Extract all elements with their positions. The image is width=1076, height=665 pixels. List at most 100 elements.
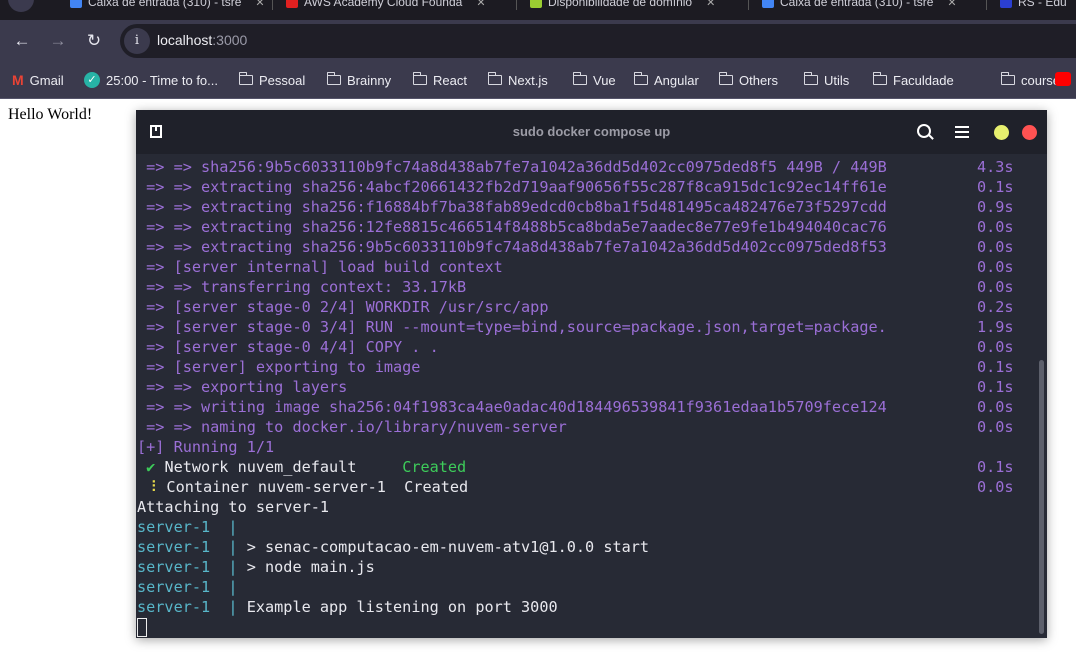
tab-close-icon[interactable]: ✕ [476, 0, 485, 9]
terminal-cursor [137, 618, 147, 637]
terminal-text: Created [402, 458, 467, 476]
bookmark-folder[interactable]: Utils [803, 71, 849, 89]
terminal-line: => => extracting sha256:f16884bf7ba38fab… [137, 197, 1017, 217]
tab-overview-button[interactable] [8, 0, 34, 12]
bookmark-label: Faculdade [893, 72, 954, 88]
step-duration: 0.0s [977, 218, 1014, 236]
step-duration: 0.9s [977, 198, 1014, 216]
tab-close-icon[interactable]: ✕ [947, 0, 956, 9]
tab-title: Caixa de entrada (310) - tsre [88, 0, 242, 9]
terminal-text: ⠸ [137, 478, 158, 496]
bookmark-gmail[interactable]: M Gmail [12, 71, 64, 89]
step-duration: 0.0s [977, 338, 1014, 356]
tab-title: Caixa de entrada (310) - tsre [780, 0, 934, 9]
bookmark-folder[interactable]: React [412, 71, 467, 89]
reload-button[interactable]: ↻ [83, 30, 105, 52]
step-duration: 1.9s [977, 318, 1014, 336]
step-duration: 0.1s [977, 458, 1014, 476]
step-duration: 0.0s [977, 258, 1014, 276]
bookmark-folder[interactable]: Brainny [326, 71, 391, 89]
bookmark-label: React [433, 72, 467, 88]
bookmark-pomodoro[interactable]: ✓ 25:00 - Time to fo... [84, 71, 218, 89]
bookmark-folder[interactable]: Pessoal [238, 71, 305, 89]
terminal-line: => => naming to docker.io/library/nuvem-… [137, 417, 1017, 437]
url-host: localhost [157, 32, 213, 48]
terminal-line: => [server stage-0 2/4] WORKDIR /usr/src… [137, 297, 1017, 317]
terminal-output: => => sha256:9b5c6033110b9fc74a8d438ab7f… [137, 157, 1017, 617]
tab-close-icon[interactable]: ✕ [706, 0, 715, 9]
terminal-text: ✔ [137, 458, 156, 476]
terminal-title: sudo docker compose up [512, 124, 671, 139]
terminal-scrollbar[interactable] [1039, 360, 1044, 634]
terminal-text: > senac-computacao-em-nuvem-atv1@1.0.0 s… [246, 538, 650, 556]
browser-toolbar: ← → ↻ i localhost:3000 [0, 20, 1076, 62]
tab-title: RS - Edu [1018, 0, 1067, 9]
page-hello-text: Hello World! [8, 106, 93, 123]
terminal-text: server-1 | [137, 538, 247, 556]
step-duration: 4.3s [977, 158, 1014, 176]
tab-strip: Caixa de entrada (310) - tsre ✕ AWS Academ… [0, 0, 1076, 20]
terminal-line: server-1 | > senac-computacao-em-nuvem-a… [137, 537, 1017, 557]
terminal-window[interactable]: sudo docker compose up => => sha256:9b5c… [136, 110, 1047, 638]
search-icon[interactable] [917, 124, 931, 138]
bookmark-folder[interactable]: Next.js [487, 71, 548, 89]
step-duration: 0.1s [977, 358, 1014, 376]
bookmark-folder[interactable]: course [1000, 71, 1060, 89]
terminal-text: server-1 | [137, 518, 238, 536]
youtube-icon[interactable] [1055, 72, 1071, 86]
terminal-line: => => writing image sha256:04f1983ca4ae0… [137, 397, 1017, 417]
site-info-icon[interactable]: i [124, 28, 150, 54]
terminal-line: => [server internal] load build context 0… [137, 257, 1017, 277]
minimize-button[interactable] [994, 125, 1009, 140]
bookmark-folder[interactable]: Angular [633, 71, 699, 89]
folder-icon [487, 72, 502, 85]
bookmark-label: Angular [654, 72, 699, 88]
step-duration: 0.0s [977, 398, 1014, 416]
close-button[interactable] [1022, 125, 1037, 140]
folder-icon [326, 72, 341, 85]
browser-tab[interactable]: AWS Academy Cloud Founda ✕ [286, 0, 486, 12]
folder-icon [1000, 72, 1015, 85]
url-text[interactable]: localhost:3000 [157, 32, 247, 48]
check-circle-icon: ✓ [84, 72, 100, 88]
bookmark-folder[interactable]: Faculdade [872, 71, 954, 89]
bookmark-folder[interactable]: Others [718, 71, 778, 89]
back-button[interactable]: ← [11, 30, 33, 52]
terminal-titlebar[interactable]: sudo docker compose up [136, 110, 1047, 154]
terminal-line: Attaching to server-1 [137, 497, 1017, 517]
tab-close-icon[interactable]: ✕ [255, 0, 264, 9]
terminal-text: Container nuvem-server-1 Created [157, 478, 469, 496]
terminal-line: server-1 | > node main.js [137, 557, 1017, 577]
terminal-text: => [server] exporting to image [137, 358, 421, 376]
terminal-text: => [server stage-0 4/4] COPY . . [137, 338, 439, 356]
step-duration: 0.1s [977, 378, 1014, 396]
browser-tab[interactable]: Caixa de entrada (310) - tsre ✕ [762, 0, 957, 12]
url-port: :3000 [212, 32, 248, 48]
terminal-text: => => extracting sha256:9b5c6033110b9fc7… [137, 238, 887, 256]
terminal-line: => => extracting sha256:9b5c6033110b9fc7… [137, 237, 1017, 257]
tab-separator [748, 0, 749, 10]
tab-title: AWS Academy Cloud Founda [304, 0, 463, 9]
tab-favicon-icon [286, 0, 298, 8]
terminal-line: => => extracting sha256:12fe8815c466514f… [137, 217, 1017, 237]
tab-favicon-icon [70, 0, 82, 8]
forward-button[interactable]: → [47, 30, 69, 52]
step-duration: 0.0s [977, 278, 1014, 296]
bookmark-folder[interactable]: Vue [572, 71, 616, 89]
bookmark-label: Next.js [508, 72, 548, 88]
bookmark-label: 25:00 - Time to fo... [106, 72, 218, 88]
terminal-text: => => extracting sha256:f16884bf7ba38fab… [137, 198, 887, 216]
browser-tab[interactable]: Caixa de entrada (310) - tsre ✕ [70, 0, 265, 12]
terminal-line: server-1 | [137, 517, 1017, 537]
terminal-text: => => writing image sha256:04f1983ca4ae0… [137, 398, 887, 416]
browser-tab[interactable]: Disponibilidade de domínio ✕ [530, 0, 715, 12]
step-duration: 0.1s [977, 178, 1014, 196]
terminal-text: => => transferring context: 33.17kB [137, 278, 467, 296]
browser-tab[interactable]: RS - Edu✕ [1000, 0, 1076, 12]
terminal-text: > node main.js [246, 558, 375, 576]
settings-sliders-icon[interactable] [955, 125, 969, 138]
terminal-line: ⠸ Container nuvem-server-1 Created 0.0s [137, 477, 1017, 497]
terminal-text: => [server internal] load build context [137, 258, 503, 276]
address-bar[interactable]: i localhost:3000 [120, 24, 1076, 58]
tab-separator [986, 0, 987, 10]
